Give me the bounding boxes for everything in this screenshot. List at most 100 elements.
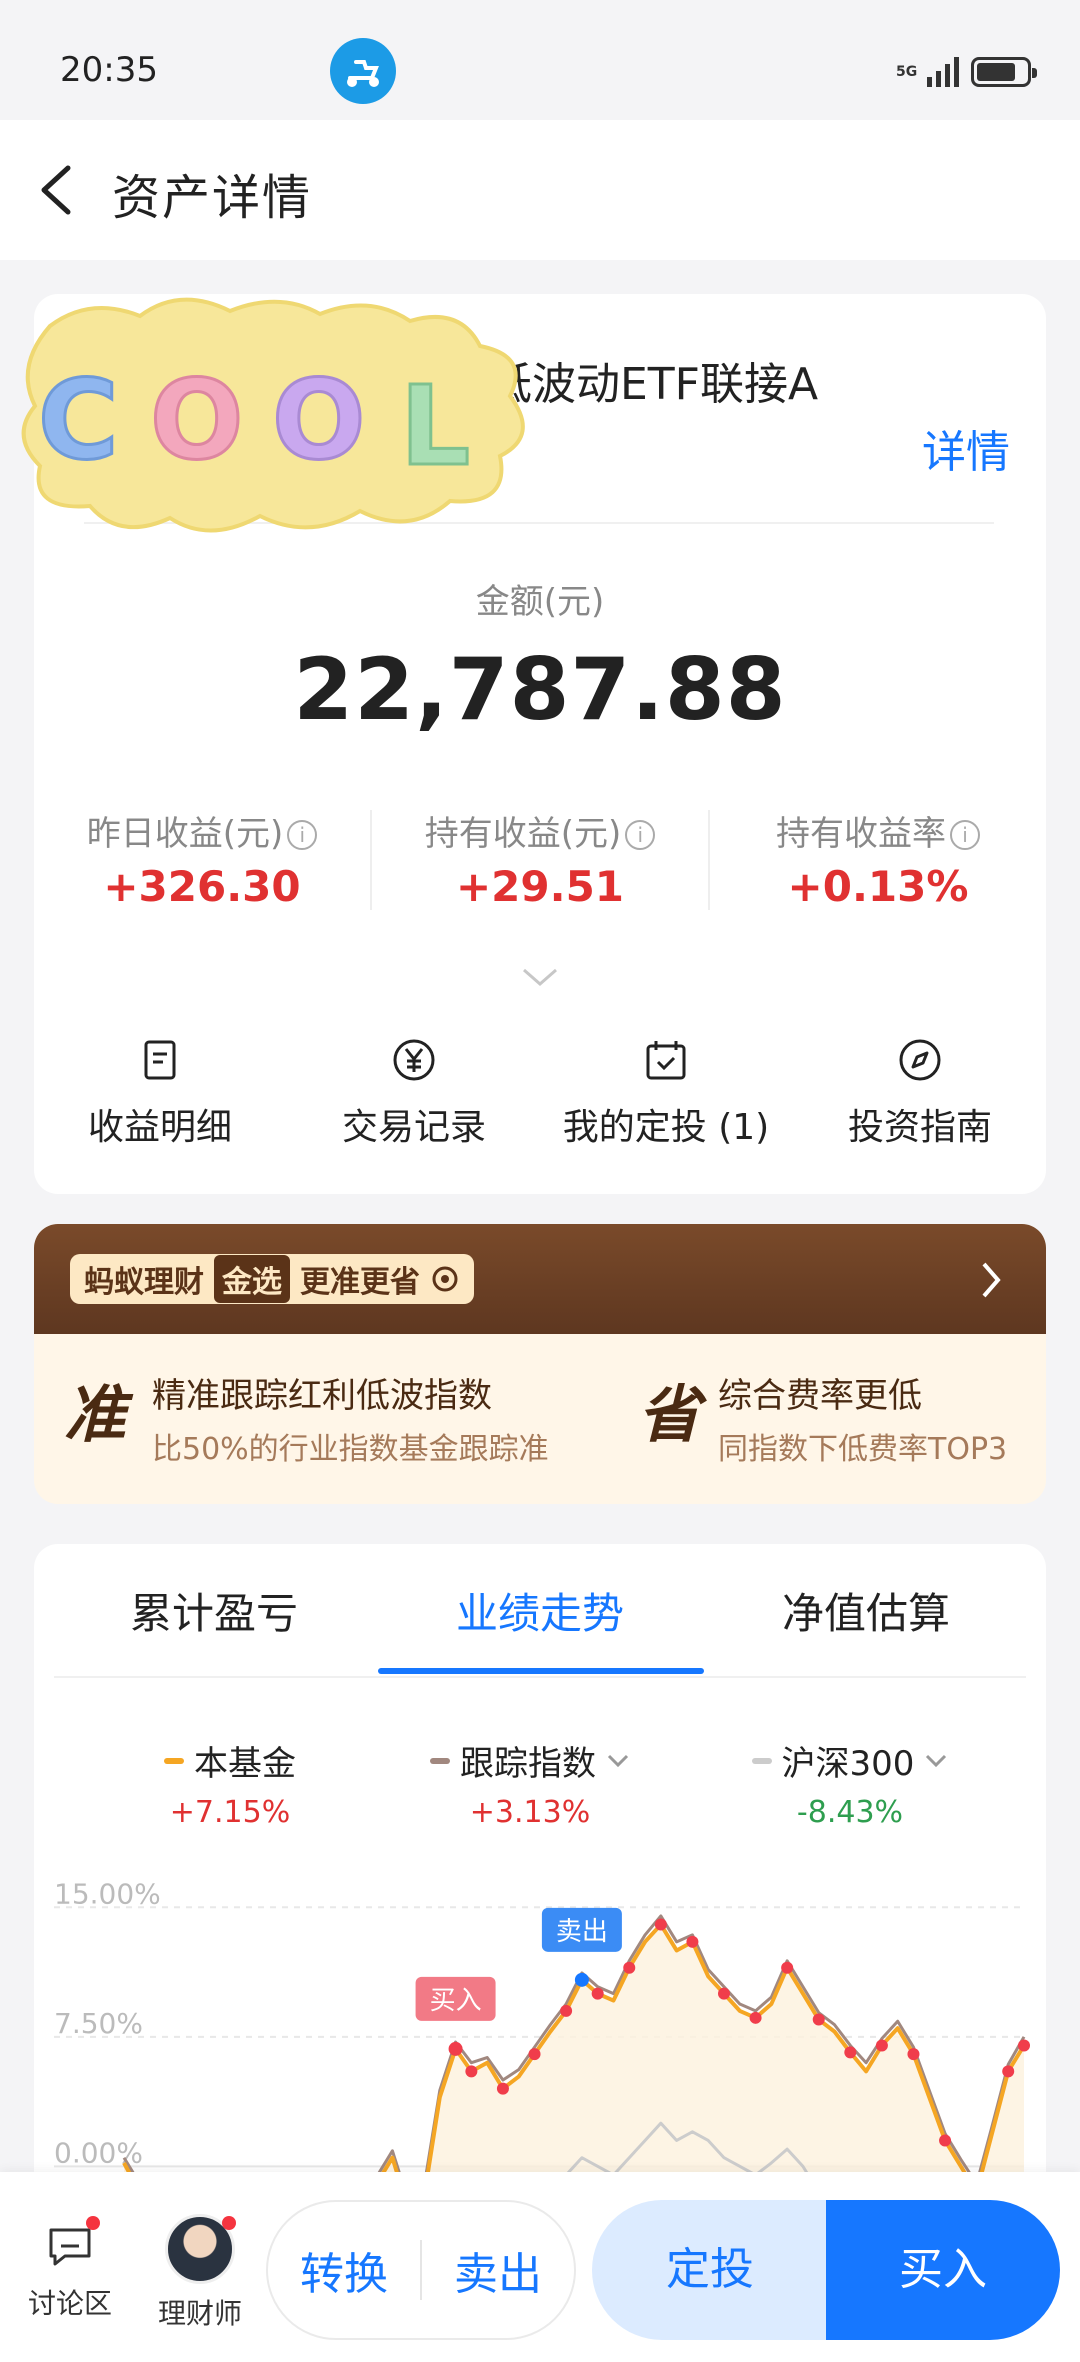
svg-text:C: C: [38, 356, 119, 484]
status-time: 20:35: [60, 50, 158, 90]
buy-button[interactable]: 买入: [826, 2200, 1060, 2340]
legend-name: 跟踪指数: [460, 1744, 596, 1784]
tab-cumulative-pnl[interactable]: 累计盈亏: [54, 1580, 374, 1641]
info-icon[interactable]: i: [950, 820, 980, 850]
buy-marker-dot: [448, 2041, 463, 2056]
document-icon: [144, 1040, 176, 1080]
info-icon[interactable]: i: [625, 820, 656, 850]
fund-detail-link[interactable]: 详情: [922, 416, 1010, 480]
convert-sell-group: 转换 卖出: [266, 2200, 576, 2340]
discussion-label: 讨论区: [27, 2287, 112, 2320]
stat-label-yesterday: 昨日收益(元) i: [52, 806, 352, 855]
legend-fund[interactable]: 本基金 +7.15%: [80, 1736, 380, 1830]
info-icon[interactable]: i: [287, 820, 318, 850]
trade-point: [844, 2046, 857, 2059]
chevron-down-icon: [607, 1754, 629, 1767]
feature-char-accurate: 准: [64, 1378, 127, 1451]
svg-text:O: O: [150, 356, 244, 484]
tab-performance[interactable]: 业绩走势: [380, 1580, 700, 1641]
svg-text:O: O: [272, 356, 366, 484]
yen-circle-icon: [393, 1039, 435, 1081]
amount-value: 22,787.88: [293, 640, 787, 740]
buy-marker-label: 买入: [430, 1986, 482, 2016]
expand-chevron-icon[interactable]: [522, 966, 558, 988]
legend-tracking-index[interactable]: 跟踪指数 +3.13%: [380, 1736, 680, 1830]
svg-text:L: L: [400, 362, 470, 490]
amount-label: 金额(元): [475, 582, 605, 622]
trade-point: [654, 1918, 667, 1931]
tab-divider: [54, 1676, 1026, 1678]
legend-pct: +3.13%: [469, 1795, 591, 1830]
action-label: 我的定投 (1): [562, 1107, 770, 1148]
sell-marker-label: 卖出: [556, 1917, 608, 1947]
trade-point: [528, 2048, 541, 2061]
feature-title: 综合费率更低: [718, 1376, 922, 1416]
status-indicators: 5G: [896, 52, 1038, 92]
stat-separator: [708, 810, 710, 910]
action-my-auto-invest[interactable]: 我的定投 (1): [546, 1036, 786, 1150]
auto-invest-button[interactable]: 定投: [592, 2200, 828, 2340]
trade-point: [465, 2065, 478, 2078]
legend-csi300[interactable]: 沪深300 -8.43%: [700, 1736, 1000, 1830]
battery-icon: [971, 57, 1038, 87]
trade-point: [623, 1961, 636, 1974]
advisor-button[interactable]: 理财师: [140, 2214, 260, 2332]
page-title: 资产详情: [112, 170, 313, 226]
stat-label-holding: 持有收益(元) i: [390, 806, 690, 855]
legend-name: 沪深300: [781, 1744, 915, 1784]
legend-name: 本基金: [194, 1744, 296, 1784]
stat-value-holding: +29.51: [455, 862, 625, 911]
action-invest-guide[interactable]: 投资指南: [800, 1036, 1040, 1150]
trade-point: [686, 1935, 699, 1948]
signal-icon: [927, 57, 960, 87]
active-tab-indicator: [378, 1668, 704, 1674]
chevron-down-icon: [926, 1754, 947, 1767]
banner-badge: 金选: [214, 1255, 290, 1303]
calendar-check-icon: [646, 1041, 686, 1080]
stat-value-rate: +0.13%: [787, 862, 969, 911]
action-income-detail[interactable]: 收益明细: [40, 1036, 280, 1150]
trade-point: [907, 2048, 920, 2061]
legend-swatch: [164, 1757, 184, 1764]
banner-pill: 蚂蚁理财 金选 更准更省: [70, 1254, 474, 1304]
tab-nav-estimate[interactable]: 净值估算: [706, 1580, 1026, 1641]
trade-point: [781, 1961, 794, 1974]
stat-value-yesterday: +326.30: [103, 862, 301, 911]
legend-pct: +7.15%: [169, 1795, 291, 1830]
fund-area: [124, 1924, 1024, 2200]
feature-subtitle: 同指数下低费率TOP3: [718, 1432, 1008, 1467]
trade-point: [939, 2134, 952, 2147]
performance-chart[interactable]: 15.00%7.50%0.00%买入卖出: [34, 1870, 1046, 2200]
legend-swatch: [751, 1757, 772, 1764]
legend-swatch: [430, 1757, 450, 1764]
feature-char-save: 省: [638, 1378, 701, 1451]
action-trade-record[interactable]: 交易记录: [294, 1036, 534, 1150]
trade-point: [1002, 2065, 1015, 2078]
trade-point: [496, 2082, 509, 2095]
sell-marker-dot: [574, 1972, 589, 1987]
trade-point: [749, 2011, 762, 2024]
trade-point: [718, 1987, 730, 2000]
action-label: 收益明细: [87, 1107, 232, 1148]
promo-banner[interactable]: 蚂蚁理财 金选 更准更省 准 精准跟踪红利低波指数 比50%的行业指数基金跟踪准…: [34, 1224, 1046, 1504]
chevron-right-icon[interactable]: [976, 1258, 1006, 1302]
trade-point: [875, 2039, 888, 2052]
convert-button[interactable]: 转换: [268, 2238, 420, 2302]
back-arrow-icon[interactable]: [30, 150, 90, 230]
notification-dot: [222, 2216, 236, 2230]
y-tick-label: 7.50%: [54, 2007, 143, 2040]
trade-point: [1018, 2039, 1030, 2052]
action-label: 交易记录: [341, 1107, 486, 1148]
banner-slogan: 更准更省: [300, 1265, 420, 1300]
trade-point: [591, 1987, 604, 2000]
stat-separator: [370, 810, 372, 910]
advisor-label: 理财师: [157, 2297, 242, 2330]
compass-icon: [899, 1039, 941, 1081]
discussion-button[interactable]: 讨论区: [10, 2214, 130, 2322]
sell-button[interactable]: 卖出: [422, 2238, 574, 2302]
feature-title: 精准跟踪红利低波指数: [152, 1376, 492, 1416]
feature-subtitle: 比50%的行业指数基金跟踪准: [152, 1432, 549, 1467]
stat-label-rate: 持有收益率 i: [728, 806, 1028, 855]
banner-brand: 蚂蚁理财: [84, 1265, 204, 1300]
trade-point: [812, 2013, 825, 2026]
